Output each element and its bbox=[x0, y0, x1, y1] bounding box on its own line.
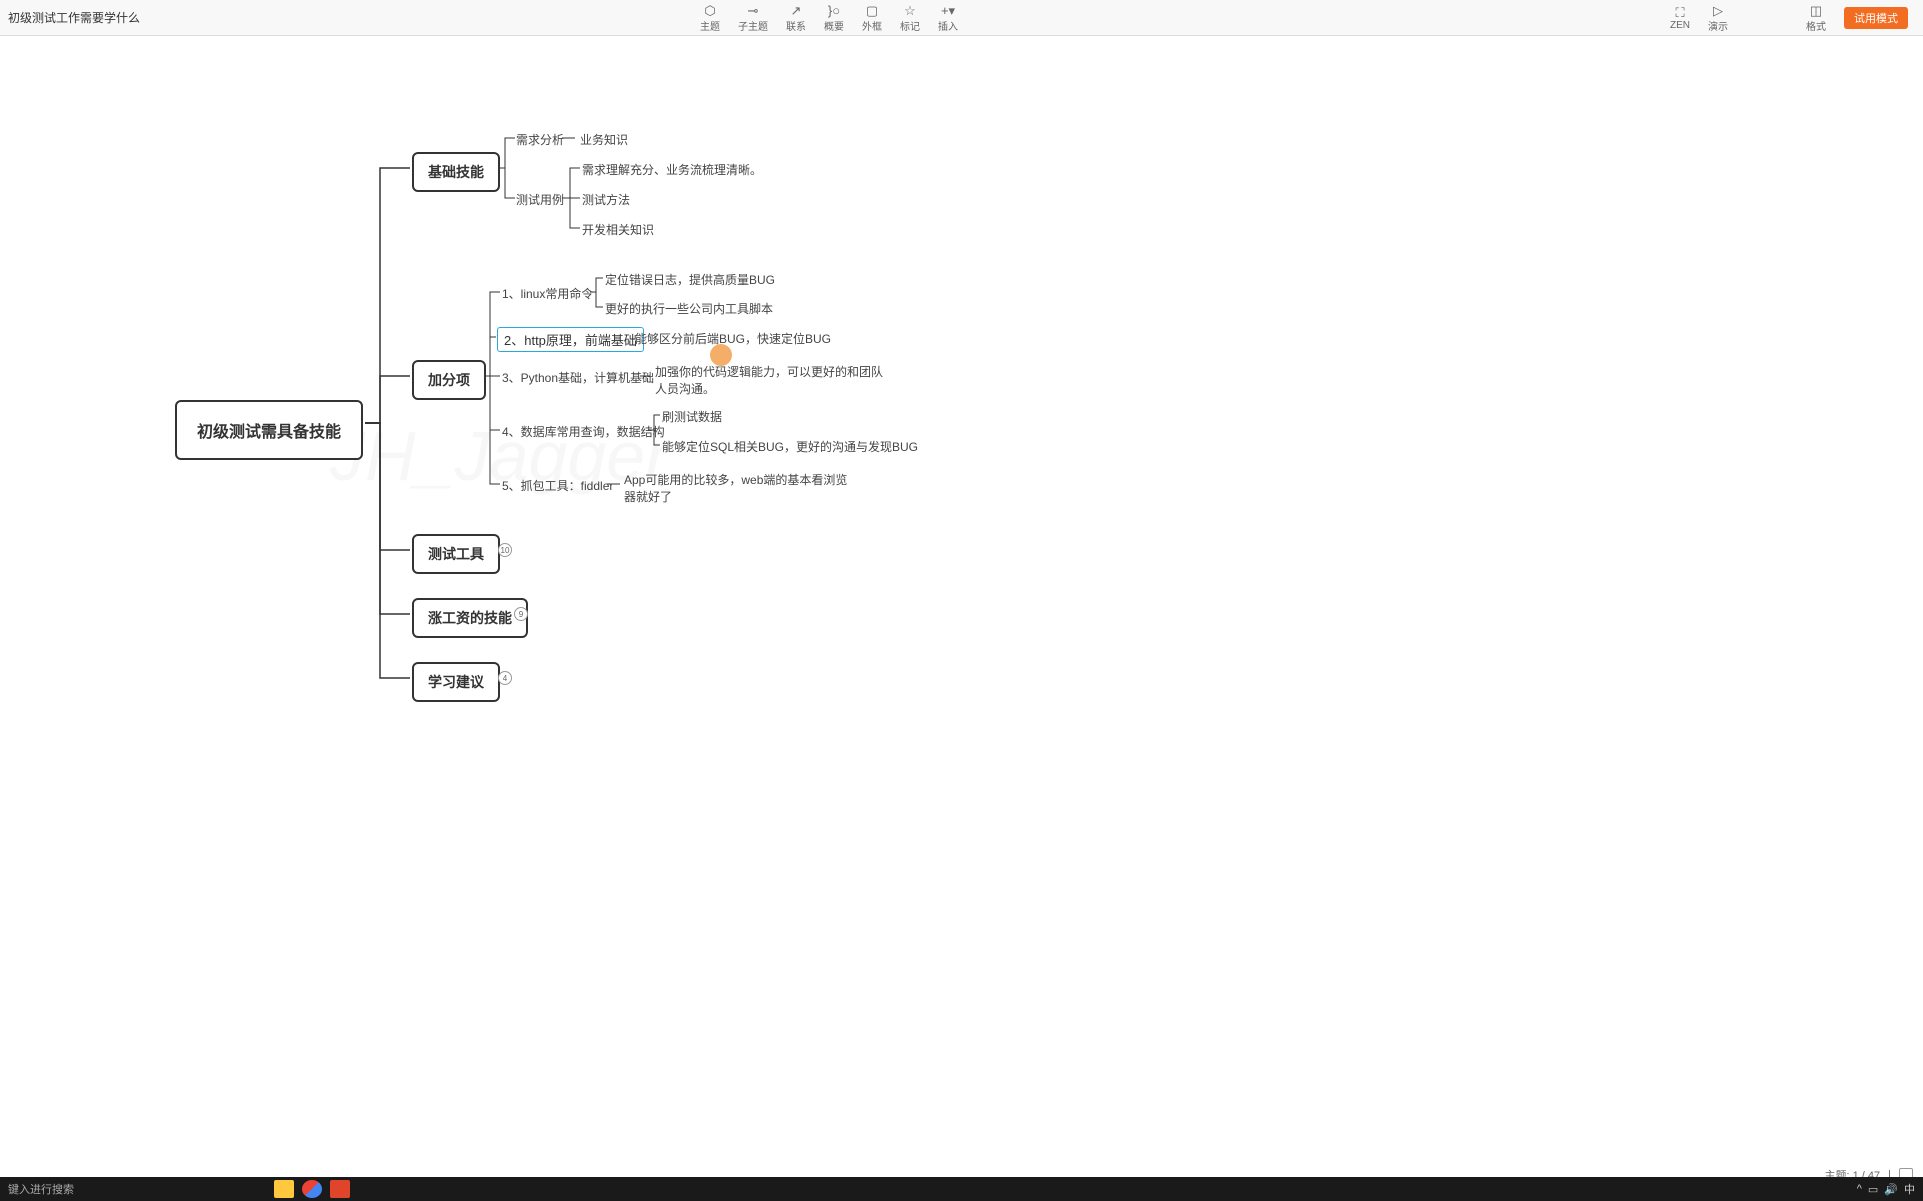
play-icon: ▷ bbox=[1710, 4, 1726, 18]
tray-volume-icon[interactable]: 🔊 bbox=[1884, 1183, 1898, 1196]
leaf-python-a[interactable]: 加强你的代码逻辑能力，可以更好的和团队人员沟通。 bbox=[655, 363, 885, 397]
leaf-db-b[interactable]: 能够定位SQL相关BUG，更好的沟通与发现BUG bbox=[662, 438, 918, 455]
leaf-linux-b[interactable]: 更好的执行一些公司内工具脚本 bbox=[605, 300, 773, 317]
node-python[interactable]: 3、Python基础，计算机基础 bbox=[502, 369, 654, 386]
leaf-http-a[interactable]: 能够区分前后端BUG，快速定位BUG bbox=[635, 330, 831, 347]
leaf-case2[interactable]: 测试方法 bbox=[582, 191, 630, 208]
star-icon: ☆ bbox=[902, 4, 918, 18]
leaf-db-a[interactable]: 刷测试数据 bbox=[662, 408, 722, 425]
relate-button[interactable]: ↗联系 bbox=[786, 4, 806, 33]
explorer-icon[interactable] bbox=[274, 1180, 294, 1198]
xmind-icon[interactable] bbox=[330, 1180, 350, 1198]
leaf-case1[interactable]: 需求理解充分、业务流梳理清晰。 bbox=[582, 161, 762, 178]
trial-mode-button[interactable]: 试用模式 bbox=[1844, 7, 1908, 29]
theme-button[interactable]: ⬡主题 bbox=[700, 4, 720, 33]
format-button[interactable]: ◫格式 bbox=[1806, 4, 1826, 33]
connector-lines bbox=[0, 36, 1923, 1169]
present-button[interactable]: ▷演示 bbox=[1708, 4, 1728, 33]
leaf-fiddler-a[interactable]: App可能用的比较多，web端的基本看浏览器就好了 bbox=[624, 471, 854, 505]
hexagon-icon: ⬡ bbox=[702, 4, 718, 18]
node-req-analysis[interactable]: 需求分析 bbox=[516, 131, 564, 148]
node-linux[interactable]: 1、linux常用命令 bbox=[502, 285, 593, 302]
boundary-button[interactable]: ▢外框 bbox=[862, 4, 882, 33]
mindmap-canvas[interactable]: JH_Jagger 初级测试需具备技能 基础技能 加分项 测试工具 10 涨工资… bbox=[0, 36, 1923, 1169]
taskbar-search[interactable]: 键入进行搜索 bbox=[8, 1181, 74, 1197]
document-title: 初级测试工作需要学什么 bbox=[8, 9, 140, 26]
branch-icon: ⊸ bbox=[745, 4, 761, 18]
leaf-linux-a[interactable]: 定位错误日志，提供高质量BUG bbox=[605, 271, 775, 288]
main-toolbar: ⬡主题 ⊸子主题 ↗联系 }○概要 ▢外框 ☆标记 +▾插入 ⛶ZEN ▷演示 … bbox=[700, 0, 1923, 36]
node-database[interactable]: 4、数据库常用查询，数据结构 bbox=[502, 423, 665, 440]
node-http-selected[interactable]: 2、http原理，前端基础 bbox=[497, 327, 644, 352]
leaf-case3[interactable]: 开发相关知识 bbox=[582, 221, 654, 238]
node-tools[interactable]: 测试工具 bbox=[412, 534, 500, 574]
arrow-icon: ↗ bbox=[788, 4, 804, 18]
badge-salary-count[interactable]: 9 bbox=[514, 607, 528, 621]
plus-icon: +▾ bbox=[940, 4, 956, 18]
tray-network-icon[interactable]: ▭ bbox=[1868, 1183, 1878, 1196]
tray-chevron-icon[interactable]: ^ bbox=[1857, 1183, 1862, 1195]
system-tray: ^ ▭ 🔊 中 bbox=[1857, 1181, 1915, 1197]
node-fiddler[interactable]: 5、抓包工具：fiddler bbox=[502, 477, 613, 494]
badge-advice-count[interactable]: 4 bbox=[498, 671, 512, 685]
panel-icon: ◫ bbox=[1808, 4, 1824, 18]
node-basic-skills[interactable]: 基础技能 bbox=[412, 152, 500, 192]
summary-button[interactable]: }○概要 bbox=[824, 4, 844, 33]
zen-button[interactable]: ⛶ZEN bbox=[1670, 6, 1690, 31]
node-test-case[interactable]: 测试用例 bbox=[516, 191, 564, 208]
windows-taskbar: 键入进行搜索 ^ ▭ 🔊 中 bbox=[0, 1177, 1923, 1201]
square-icon: ▢ bbox=[864, 4, 880, 18]
expand-icon: ⛶ bbox=[1672, 6, 1688, 20]
bracket-icon: }○ bbox=[826, 4, 842, 18]
chrome-icon[interactable] bbox=[302, 1180, 322, 1198]
marker-button[interactable]: ☆标记 bbox=[900, 4, 920, 33]
node-salary-skills[interactable]: 涨工资的技能 bbox=[412, 598, 528, 638]
node-bonus[interactable]: 加分项 bbox=[412, 360, 486, 400]
node-advice[interactable]: 学习建议 bbox=[412, 662, 500, 702]
ime-indicator[interactable]: 中 bbox=[1904, 1181, 1915, 1197]
subtheme-button[interactable]: ⊸子主题 bbox=[738, 4, 768, 33]
cursor-highlight bbox=[710, 344, 732, 366]
insert-button[interactable]: +▾插入 bbox=[938, 4, 958, 33]
leaf-biz-knowledge[interactable]: 业务知识 bbox=[580, 131, 628, 148]
root-node[interactable]: 初级测试需具备技能 bbox=[175, 400, 363, 460]
badge-tools-count[interactable]: 10 bbox=[498, 543, 512, 557]
